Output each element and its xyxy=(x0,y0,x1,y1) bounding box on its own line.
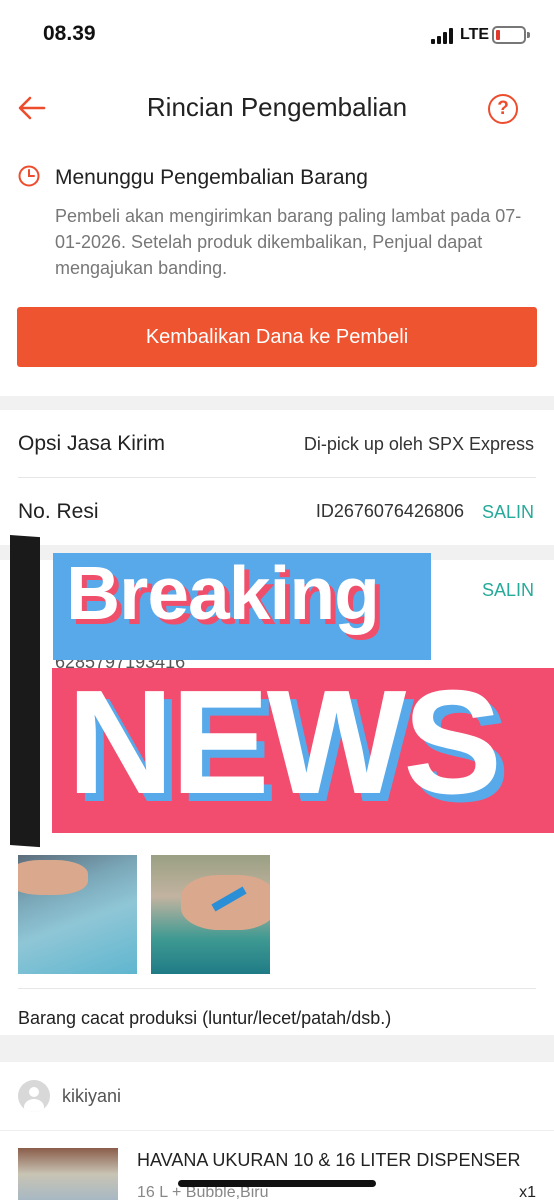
return-status-card: Menunggu Pengembalian Barang Pembeli aka… xyxy=(0,146,554,396)
clock-time: 08.39 xyxy=(43,22,96,45)
shipping-card: Opsi Jasa Kirim Di-pick up oleh SPX Expr… xyxy=(0,410,554,545)
screen: 08.39 LTE Rincian Pengembalian ? Menungg… xyxy=(0,0,554,1200)
copy-contact-button[interactable]: SALIN xyxy=(482,580,534,601)
divider xyxy=(18,988,536,989)
buyer-username: kikiyani xyxy=(62,1086,122,1106)
evidence-photo[interactable] xyxy=(18,855,137,974)
shipping-option-label: Opsi Jasa Kirim xyxy=(18,432,166,455)
home-indicator[interactable] xyxy=(178,1180,376,1187)
return-status-title: Menunggu Pengembalian Barang xyxy=(55,166,368,189)
contact-card: SALIN 6285797193416 xyxy=(0,560,554,790)
evidence-card: Al Barang cacat produksi (luntur/lecet/p… xyxy=(0,790,554,1035)
product-thumbnail[interactable] xyxy=(18,1148,118,1200)
status-bar: 08.39 LTE xyxy=(0,0,554,70)
shipping-option-value: Di-pick up oleh SPX Express xyxy=(303,434,534,454)
return-status-description: Pembeli akan mengirimkan barang paling l… xyxy=(55,206,522,278)
return-reason: Barang cacat produksi (luntur/lecet/pata… xyxy=(18,1008,392,1028)
signal-icon xyxy=(431,28,455,44)
refund-buyer-button[interactable]: Kembalikan Dana ke Pembeli xyxy=(17,307,537,367)
network-label: LTE xyxy=(460,26,490,43)
copy-tracking-button[interactable]: SALIN xyxy=(482,502,534,523)
page-header: Rincian Pengembalian ? xyxy=(0,70,554,146)
tracking-number: ID2676076426806 xyxy=(315,501,464,521)
avatar xyxy=(18,1080,50,1112)
page-title: Rincian Pengembalian xyxy=(146,92,408,122)
question-circle-icon[interactable]: ? xyxy=(488,94,518,124)
product-quantity: x1 xyxy=(519,1184,536,1200)
product-name[interactable]: HAVANA UKURAN 10 & 16 LITER DISPENSER xyxy=(137,1150,535,1171)
evidence-label: Al xyxy=(18,812,36,834)
clock-icon xyxy=(18,165,40,187)
tracking-label: No. Resi xyxy=(18,500,99,523)
evidence-photo[interactable] xyxy=(151,855,270,974)
divider xyxy=(18,477,536,478)
battery-icon xyxy=(492,26,530,44)
phone-number: 6285797193416 xyxy=(55,652,186,672)
divider xyxy=(0,1130,554,1131)
